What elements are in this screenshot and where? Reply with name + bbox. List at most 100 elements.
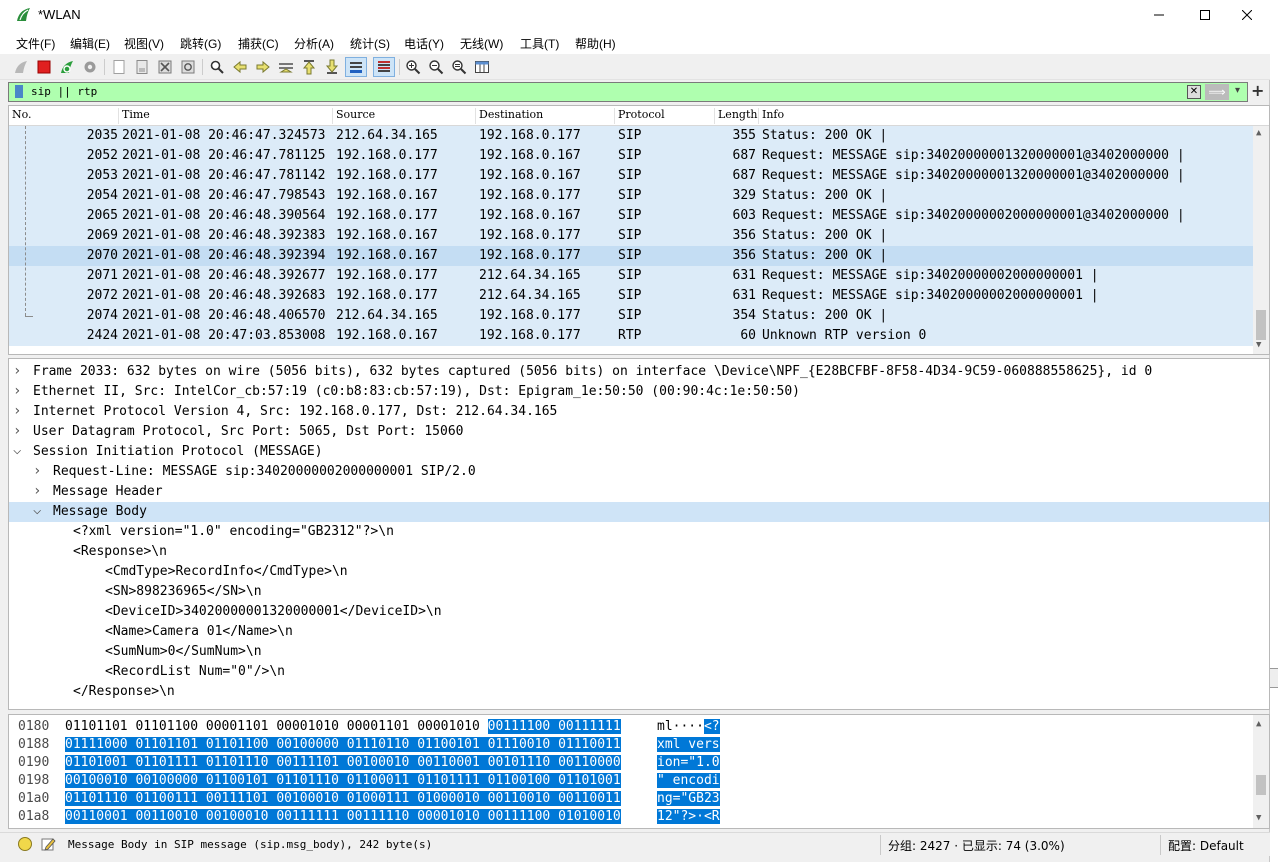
detail-row[interactable]: <CmdType>RecordInfo</CmdType>\n [9, 562, 1269, 582]
go-to-packet-button[interactable] [277, 58, 295, 76]
restart-capture-button[interactable] [58, 58, 76, 76]
last-packet-button[interactable] [323, 58, 341, 76]
zoom-in-button[interactable] [404, 58, 422, 76]
packet-row[interactable]: 2052 2021-01-08 20:46:47.781125 192.168.0.… [9, 146, 1253, 166]
capture-options-button[interactable] [81, 58, 99, 76]
column-header-source[interactable]: Source [333, 108, 476, 124]
maximize-button[interactable] [1182, 0, 1228, 30]
byte-row[interactable]: 01a0 01101110 01100111 00111101 00100010 … [9, 790, 1253, 808]
packet-row[interactable]: 2054 2021-01-08 20:46:47.798543 192.168.0.… [9, 186, 1253, 206]
minimize-button[interactable] [1136, 0, 1182, 30]
menu-help[interactable]: 帮助(H) [575, 35, 616, 52]
collapsed-chevron-icon[interactable]: › [13, 363, 21, 379]
byte-row[interactable]: 0180 01101101 01101100 00001101 00001010 … [9, 718, 1253, 736]
display-filter-input[interactable]: sip || rtp [31, 85, 97, 98]
bytes-scrollbar[interactable]: ▲ ▼ [1253, 715, 1269, 828]
add-filter-button[interactable]: + [1251, 81, 1264, 100]
detail-row[interactable]: <RecordList Num="0"/>\n [9, 662, 1269, 682]
scrollbar-thumb[interactable] [1256, 775, 1266, 795]
column-header-no[interactable]: No. [9, 108, 119, 124]
status-profile[interactable]: 配置: Default [1168, 837, 1244, 854]
normal-size-button[interactable] [450, 58, 468, 76]
autoscroll-button[interactable] [345, 57, 367, 77]
byte-row[interactable]: 0190 01101001 01101111 01101110 00111101 … [9, 754, 1253, 772]
collapsed-chevron-icon[interactable]: › [33, 463, 41, 479]
packet-row[interactable]: 2035 2021-01-08 20:46:47.324573 212.64.34.… [9, 126, 1253, 146]
detail-row[interactable]: </Response>\n [9, 682, 1269, 702]
menu-go[interactable]: 跳转(G) [180, 35, 221, 52]
menu-statistics[interactable]: 统计(S) [350, 35, 390, 52]
zoom-out-button[interactable] [427, 58, 445, 76]
colorize-button[interactable] [373, 57, 395, 77]
detail-row[interactable]: <?xml version="1.0" encoding="GB2312"?>\… [9, 522, 1269, 542]
detail-row[interactable]: <Name>Camera 01</Name>\n [9, 622, 1269, 642]
scroll-down-icon[interactable]: ▼ [1256, 340, 1261, 350]
packet-row[interactable]: 2070 2021-01-08 20:46:48.392394 192.168.0.… [9, 246, 1253, 266]
expanded-chevron-icon[interactable]: ⌵ [13, 442, 21, 458]
bookmark-icon[interactable] [15, 85, 23, 98]
menu-analyze[interactable]: 分析(A) [294, 35, 334, 52]
packet-row[interactable]: 2072 2021-01-08 20:46:48.392683 192.168.0.… [9, 286, 1253, 306]
detail-row[interactable]: <DeviceID>34020000001320000001</DeviceID… [9, 602, 1269, 622]
menu-wireless[interactable]: 无线(W) [460, 35, 503, 52]
collapsed-chevron-icon[interactable]: › [13, 403, 21, 419]
menu-tools[interactable]: 工具(T) [520, 35, 559, 52]
display-filter-bar[interactable]: sip || rtp ✕ ⟹ ▾ [8, 82, 1248, 102]
packet-row[interactable]: 2053 2021-01-08 20:46:47.781142 192.168.0.… [9, 166, 1253, 186]
edit-comment-icon[interactable] [40, 836, 56, 852]
detail-row[interactable]: › Request-Line: MESSAGE sip:3402000000200… [9, 462, 1269, 482]
collapsed-chevron-icon[interactable]: › [13, 423, 21, 439]
column-header-length[interactable]: Length [715, 108, 759, 124]
detail-row[interactable]: <Response>\n [9, 542, 1269, 562]
column-header-protocol[interactable]: Protocol [615, 108, 715, 124]
packet-row[interactable]: 2424 2021-01-08 20:47:03.853008 192.168.0.… [9, 326, 1253, 346]
collapsed-chevron-icon[interactable]: › [33, 483, 41, 499]
column-header-time[interactable]: Time [119, 108, 333, 124]
first-packet-button[interactable] [300, 58, 318, 76]
detail-row[interactable]: › Ethernet II, Src: IntelCor_cb:57:19 (c0… [9, 382, 1269, 402]
detail-row[interactable]: <SN>898236965</SN>\n [9, 582, 1269, 602]
detail-row[interactable]: › Frame 2033: 632 bytes on wire (5056 bit… [9, 362, 1269, 382]
find-packet-button[interactable] [208, 58, 226, 76]
packet-row[interactable]: 2069 2021-01-08 20:46:48.392383 192.168.0.… [9, 226, 1253, 246]
expanded-chevron-icon[interactable]: ⌵ [33, 502, 41, 518]
byte-row[interactable]: 0188 01111000 01101101 01101100 00100000 … [9, 736, 1253, 754]
reload-file-button[interactable] [179, 58, 197, 76]
filter-history-dropdown[interactable]: ▾ [1235, 85, 1240, 96]
open-file-button[interactable] [110, 58, 128, 76]
byte-row[interactable]: 01a8 00110001 00110010 00100010 00111111 … [9, 808, 1253, 826]
menu-telephony[interactable]: 电话(Y) [404, 35, 444, 52]
detail-row[interactable]: ⌵ Message Body [9, 502, 1269, 522]
resize-columns-button[interactable] [473, 58, 491, 76]
packet-list-scrollbar[interactable]: ▲ ▼ [1253, 126, 1269, 354]
packet-row[interactable]: 2074 2021-01-08 20:46:48.406570 212.64.34.… [9, 306, 1253, 326]
detail-row[interactable]: ⌵ Session Initiation Protocol (MESSAGE) [9, 442, 1269, 462]
close-file-button[interactable] [156, 58, 174, 76]
column-header-destination[interactable]: Destination [476, 108, 615, 124]
menu-file[interactable]: 文件(F) [16, 35, 55, 52]
packet-row[interactable]: 2071 2021-01-08 20:46:48.392677 192.168.0.… [9, 266, 1253, 286]
expert-info-indicator-icon[interactable] [18, 837, 32, 851]
save-file-button[interactable] [133, 58, 151, 76]
scroll-down-icon[interactable]: ▼ [1256, 813, 1261, 823]
scroll-up-icon[interactable]: ▲ [1256, 128, 1261, 138]
packet-row[interactable]: 2065 2021-01-08 20:46:48.390564 192.168.0.… [9, 206, 1253, 226]
apply-filter-button[interactable]: ⟹ [1205, 84, 1229, 100]
start-capture-button[interactable] [12, 58, 30, 76]
detail-row[interactable]: <SumNum>0</SumNum>\n [9, 642, 1269, 662]
menu-capture[interactable]: 捕获(C) [238, 35, 279, 52]
menu-edit[interactable]: 编辑(E) [70, 35, 110, 52]
detail-row[interactable]: › Internet Protocol Version 4, Src: 192.1… [9, 402, 1269, 422]
go-back-button[interactable] [231, 58, 249, 76]
detail-row[interactable]: › Message Header [9, 482, 1269, 502]
stop-capture-button[interactable] [35, 58, 53, 76]
go-forward-button[interactable] [254, 58, 272, 76]
scroll-up-icon[interactable]: ▲ [1256, 719, 1261, 729]
scrollbar-thumb[interactable] [1256, 310, 1266, 340]
close-button[interactable] [1224, 0, 1270, 30]
detail-row[interactable]: › User Datagram Protocol, Src Port: 5065,… [9, 422, 1269, 442]
column-header-info[interactable]: Info [759, 108, 1259, 124]
clear-filter-button[interactable]: ✕ [1187, 85, 1201, 99]
menu-view[interactable]: 视图(V) [124, 35, 164, 52]
byte-row[interactable]: 0198 00100010 00100000 01100101 01101110 … [9, 772, 1253, 790]
